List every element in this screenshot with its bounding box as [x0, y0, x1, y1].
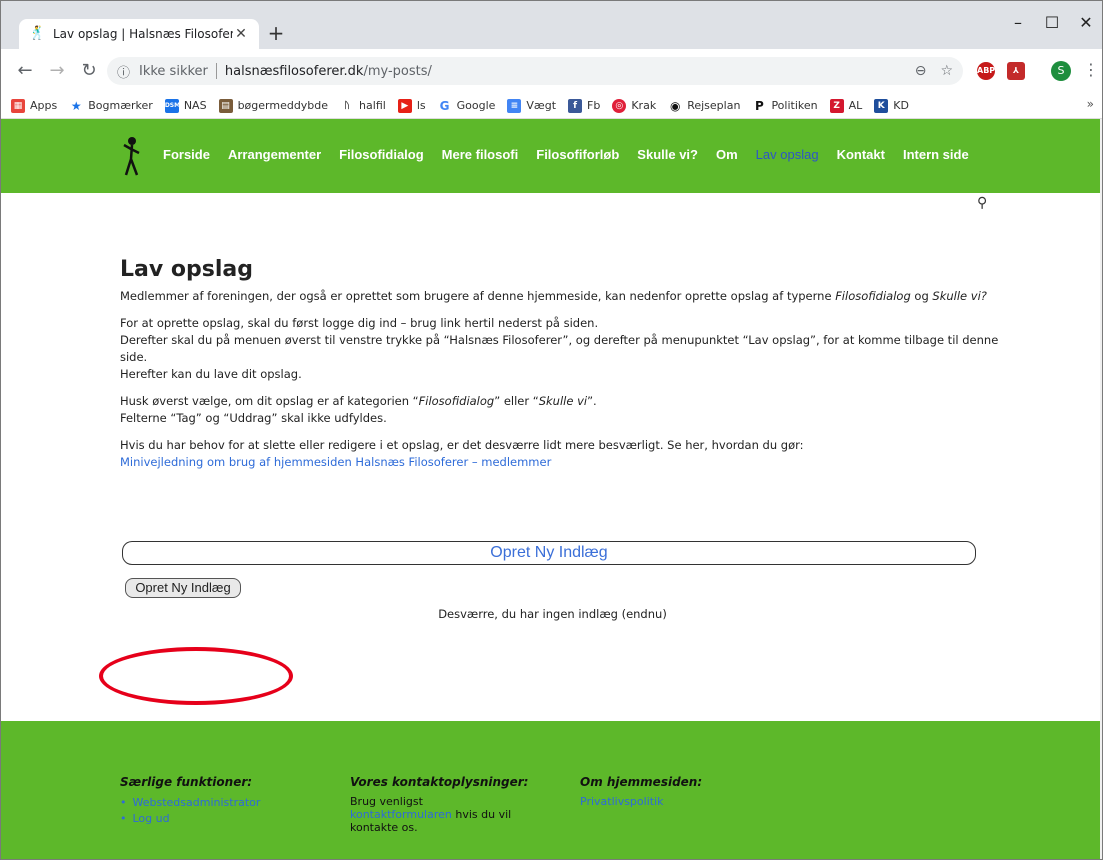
doc-icon: ≡ — [507, 98, 522, 113]
back-arrow-icon[interactable]: ← — [13, 59, 37, 83]
category-instructions: Husk øverst vælge, om dit opslag er af k… — [120, 394, 597, 425]
login-instructions: For at oprette opslag, skal du først log… — [120, 316, 999, 381]
apps-grid-icon: ▦ — [11, 98, 25, 113]
bookmark-politiken[interactable]: P Politiken — [752, 98, 818, 113]
book-icon: ▤ — [218, 98, 233, 113]
facebook-icon: f — [568, 98, 583, 113]
footer-about: Om hjemmesiden: Privatlivspolitik — [580, 775, 702, 808]
contact-text-line2: hvis du vil — [451, 808, 512, 821]
zoom-icon[interactable]: ⊖ — [915, 63, 927, 79]
footer-special-functions: Særlige funktioner: Webstedsadministrato… — [120, 775, 260, 827]
url-separator — [215, 63, 217, 79]
browser-toolbar: ← → ↻ ⓘ Ikke sikker halsnæsfilosoferer.d… — [1, 49, 1102, 93]
footer-col3-title: Om hjemmesiden: — [580, 775, 703, 789]
site-footer: Særlige funktioner: Webstedsadministrato… — [1, 721, 1101, 859]
bookmarks-bar: ▦ Apps ★ Bogmærker DSM NAS ▤ bøgermeddybde ᚢ… — [1, 93, 1102, 119]
create-post-button[interactable]: Opret Ny Indlæg — [125, 578, 241, 598]
bookmark-krak[interactable]: ◎ Krak — [612, 98, 656, 113]
site-header: Forside Arrangementer Filosofidialog Mer… — [1, 119, 1101, 193]
more-bookmarks-button[interactable]: » — [1087, 97, 1094, 111]
target-icon: ◉ — [669, 98, 681, 113]
philosopher-icon: ᚢ — [344, 100, 350, 111]
politiken-icon: P — [755, 98, 764, 113]
create-post-big-button[interactable]: Opret Ny Indlæg — [122, 541, 976, 565]
profile-avatar[interactable]: S — [1051, 61, 1071, 81]
nav-item-intern-side[interactable]: Intern side — [903, 147, 969, 162]
url-host: halsnæsfilosoferer.dk — [224, 63, 364, 79]
search-icon[interactable]: ⚲ — [977, 195, 987, 211]
main-content: Lav opslag Medlemmer af foreningen, der … — [120, 257, 1000, 481]
nav-item-om[interactable]: Om — [716, 147, 738, 162]
browser-window: 🕺 Lav opslag | Halsnæs Filosoferer ✕ + –… — [0, 0, 1103, 860]
contact-form-link[interactable]: kontaktformularen — [350, 808, 452, 821]
main-nav: Forside Arrangementer Filosofidialog Mer… — [163, 147, 969, 162]
guide-link[interactable]: Minivejledning om brug af hjemmesiden Ha… — [120, 455, 551, 469]
philosopher-favicon-icon: 🕺 — [29, 26, 46, 41]
bookmark-ls[interactable]: ▶ ls — [397, 98, 426, 113]
footer-contact: Vores kontaktoplysninger: Brug venligst … — [350, 775, 528, 834]
bookmark-halfil[interactable]: ᚢ halfil — [340, 99, 385, 113]
close-tab-icon[interactable]: ✕ — [233, 26, 249, 42]
active-tab[interactable]: 🕺 Lav opslag | Halsnæs Filosoferer ✕ — [19, 19, 259, 49]
info-icon[interactable]: ⓘ — [117, 62, 135, 81]
bookmark-vaegt[interactable]: ≡ Vægt — [507, 98, 556, 113]
page-title: Lav opslag — [120, 257, 253, 282]
nav-item-kontakt[interactable]: Kontakt — [837, 147, 885, 162]
nav-item-skulle-vi[interactable]: Skulle vi? — [637, 147, 698, 162]
google-icon: G — [439, 98, 450, 113]
bookmark-kd[interactable]: K KD — [874, 98, 909, 113]
bookmark-bogmaerker[interactable]: ★ Bogmærker — [69, 99, 153, 113]
al-icon: Z — [829, 98, 844, 113]
nav-item-arrangementer[interactable]: Arrangementer — [228, 147, 321, 162]
philosopher-logo-icon[interactable] — [121, 135, 143, 177]
krak-icon: ◎ — [612, 98, 627, 113]
reload-icon[interactable]: ↻ — [77, 59, 101, 83]
tab-title: Lav opslag | Halsnæs Filosoferer — [53, 27, 233, 41]
dsm-icon: DSM — [164, 98, 180, 113]
forward-arrow-icon[interactable]: → — [45, 59, 69, 83]
bookmark-al[interactable]: Z AL — [829, 98, 862, 113]
adblock-extension-icon[interactable]: ABP — [977, 62, 995, 80]
privacy-policy-link[interactable]: Privatlivspolitik — [580, 795, 702, 808]
url-path: /my-posts/ — [363, 63, 432, 79]
bookmark-nas[interactable]: DSM NAS — [164, 98, 207, 113]
bookmark-rejseplan[interactable]: ◉ Rejseplan — [668, 99, 740, 113]
new-tab-button[interactable]: + — [265, 23, 287, 45]
kd-icon: K — [874, 98, 889, 113]
pdf-extension-icon[interactable]: ⅄ — [1007, 62, 1025, 80]
site-admin-link[interactable]: Webstedsadministrator — [120, 795, 261, 811]
nav-item-lav-opslag[interactable]: Lav opslag — [756, 147, 819, 162]
address-bar[interactable]: ⓘ Ikke sikker halsnæsfilosoferer.dk /my-… — [107, 57, 963, 85]
intro-paragraph: Medlemmer af foreningen, der også er opr… — [120, 289, 987, 303]
security-label: Ikke sikker — [139, 63, 208, 79]
bookmark-bogermeddybde[interactable]: ▤ bøgermeddybde — [218, 98, 328, 113]
contact-text-line1: Brug venligst — [350, 795, 423, 808]
maximize-icon[interactable]: ☐ — [1035, 11, 1069, 35]
logout-link[interactable]: Log ud — [120, 811, 260, 827]
footer-col1-title: Særlige funktioner: — [120, 775, 253, 789]
star-icon: ★ — [70, 98, 82, 113]
browser-menu-icon[interactable]: ⋮ — [1083, 60, 1099, 79]
web-page: Forside Arrangementer Filosofidialog Mer… — [1, 119, 1101, 859]
contact-text-line3: kontakte os. — [350, 821, 418, 834]
bookmark-apps[interactable]: ▦ Apps — [11, 98, 57, 113]
minimize-icon[interactable]: – — [1001, 11, 1035, 35]
bookmark-star-icon[interactable]: ☆ — [940, 63, 953, 79]
bookmark-fb[interactable]: f Fb — [568, 98, 600, 113]
nav-item-forside[interactable]: Forside — [163, 147, 210, 162]
close-window-icon[interactable]: ✕ — [1069, 11, 1102, 35]
nav-item-filosofidialog[interactable]: Filosofidialog — [339, 147, 424, 162]
tab-strip: 🕺 Lav opslag | Halsnæs Filosoferer ✕ + –… — [1, 1, 1102, 49]
no-posts-message: Desværre, du har ingen indlæg (endnu) — [438, 607, 667, 621]
footer-col2-title: Vores kontaktoplysninger: — [350, 775, 529, 789]
bookmark-google[interactable]: G Google — [438, 99, 496, 113]
nav-item-mere-filosofi[interactable]: Mere filosofi — [442, 147, 519, 162]
youtube-icon: ▶ — [397, 98, 412, 113]
edit-instructions: Hvis du har behov for at slette eller re… — [120, 438, 804, 469]
nav-item-filosofiforlob[interactable]: Filosofiforløb — [536, 147, 619, 162]
